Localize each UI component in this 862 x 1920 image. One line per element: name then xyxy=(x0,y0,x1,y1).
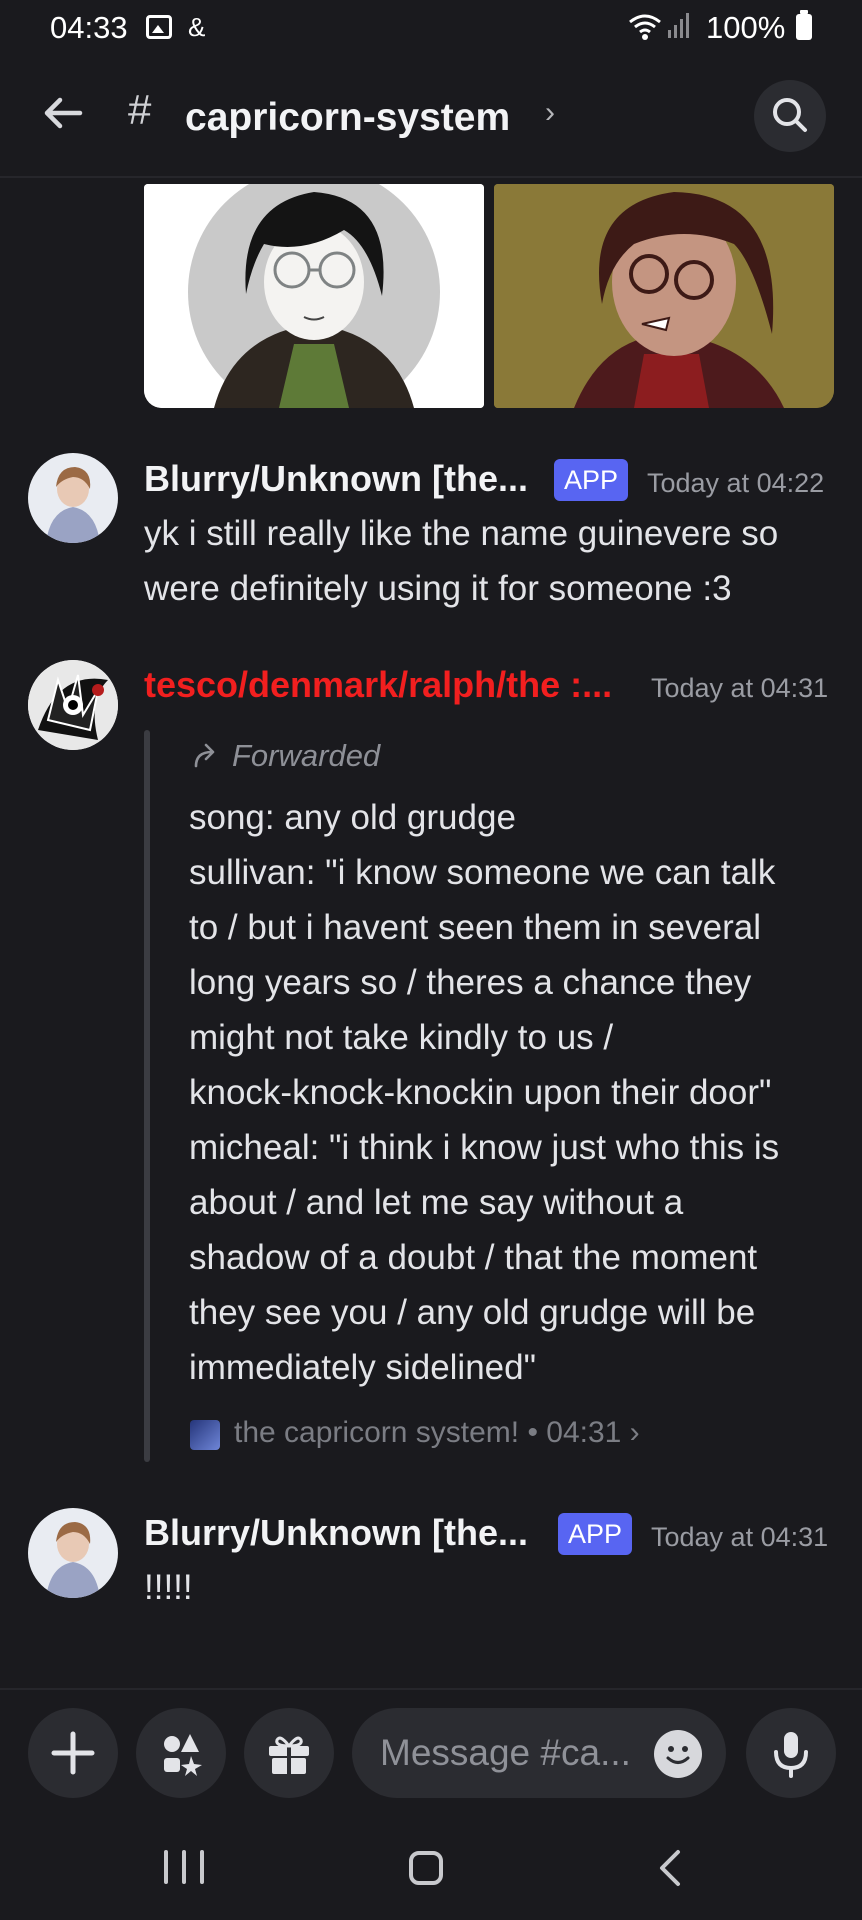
forward-bar xyxy=(144,730,150,1462)
back-button[interactable] xyxy=(652,1848,692,1888)
app-badge: APP xyxy=(558,1513,633,1555)
system-navigation-bar xyxy=(0,1818,862,1920)
message-composer xyxy=(0,1688,862,1808)
message-text: !!!!! xyxy=(144,1568,193,1607)
character-art-image xyxy=(144,184,484,408)
character-art-image xyxy=(494,184,834,408)
forwarded-message-text: song: any old grudge sullivan: "i know so… xyxy=(189,790,849,1395)
forward-arrow-icon xyxy=(194,743,215,768)
message-username[interactable]: tesco/denmark/ralph/the :... xyxy=(144,664,612,706)
message-text: yk i still really like the name guinever… xyxy=(144,514,779,608)
forward-source[interactable]: the capricorn system! • 04:31 › xyxy=(234,1416,640,1450)
avatar[interactable] xyxy=(28,660,118,750)
hash-icon: # xyxy=(128,86,152,133)
home-button[interactable] xyxy=(409,1851,443,1885)
message-input-container[interactable] xyxy=(352,1708,726,1798)
voice-message-button[interactable] xyxy=(746,1708,836,1798)
avatar[interactable] xyxy=(28,1508,118,1598)
user-avatar-image xyxy=(28,660,118,750)
gift-icon xyxy=(269,1736,309,1774)
search-icon xyxy=(773,98,807,132)
server-icon xyxy=(190,1420,220,1450)
battery-icon xyxy=(796,10,812,40)
channel-header: # capricorn-system › xyxy=(0,66,862,178)
forwarded-line: shadow of a doubt / that the moment xyxy=(189,1238,758,1277)
gift-button[interactable] xyxy=(244,1708,334,1798)
attachment-image[interactable] xyxy=(144,184,484,408)
message-timestamp: Today at 04:31 xyxy=(651,1522,829,1552)
channel-title[interactable]: capricorn-system xyxy=(185,96,510,140)
apps-icon xyxy=(164,1734,202,1776)
status-time: 04:33 xyxy=(50,10,128,45)
forwarded-line: immediately sidelined" xyxy=(189,1348,537,1387)
forwarded-line: song: any old grudge xyxy=(189,798,516,837)
message-input[interactable] xyxy=(380,1728,630,1778)
apps-button[interactable] xyxy=(136,1708,226,1798)
status-bar: 04:33 & 100% xyxy=(0,0,862,58)
add-attachment-button[interactable] xyxy=(28,1708,118,1798)
emoji-button[interactable] xyxy=(654,1730,702,1778)
forwarded-line: to / but i havent seen them in several xyxy=(189,908,761,947)
forwarded-line: micheal: "i think i know just who this i… xyxy=(189,1128,780,1167)
search-button[interactable] xyxy=(754,80,826,152)
recent-apps-button[interactable] xyxy=(164,1850,204,1884)
message-timestamp: Today at 04:31 xyxy=(651,673,829,703)
forwarded-line: might not take kindly to us / xyxy=(189,1018,614,1057)
emoji-icon xyxy=(666,1746,690,1764)
forwarded-line: about / and let me say without a xyxy=(189,1183,684,1222)
user-avatar-image xyxy=(28,1508,118,1598)
image-notification-icon xyxy=(146,15,172,39)
signal-icon xyxy=(668,12,689,38)
microphone-icon xyxy=(774,1732,808,1778)
message-timestamp: Today at 04:22 xyxy=(647,468,825,498)
status-extra: & xyxy=(188,12,206,42)
avatar[interactable] xyxy=(28,453,118,543)
forwarded-line: they see you / any old grudge will be xyxy=(189,1293,756,1332)
forwarded-label: Forwarded xyxy=(232,738,381,773)
forwarded-line: knock-knock-knockin upon their door" xyxy=(189,1073,772,1112)
message-username[interactable]: Blurry/Unknown [the... xyxy=(144,1512,528,1554)
message-username[interactable]: Blurry/Unknown [the... xyxy=(144,458,528,500)
back-arrow-icon[interactable] xyxy=(38,88,88,138)
forwarded-line: sullivan: "i know someone we can talk xyxy=(189,853,776,892)
forwarded-line: long years so / theres a chance they xyxy=(189,963,752,1002)
wifi-icon xyxy=(629,14,661,40)
plus-icon xyxy=(51,1731,95,1775)
chevron-right-icon[interactable]: › xyxy=(545,96,555,130)
battery-percent: 100% xyxy=(706,10,786,45)
attachment-image[interactable] xyxy=(494,184,834,408)
app-badge: APP xyxy=(554,459,629,501)
user-avatar-image xyxy=(28,453,118,543)
